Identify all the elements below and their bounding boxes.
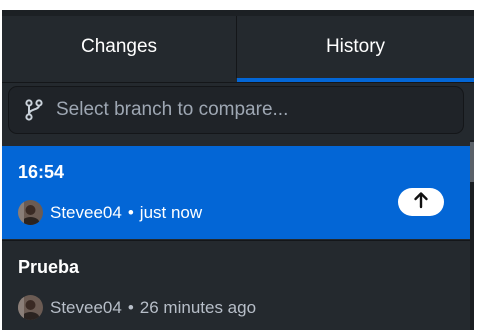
- commit-time: 26 minutes ago: [139, 297, 257, 317]
- commit-author: Stevee04: [50, 297, 122, 317]
- tab-bar-divider: [2, 82, 474, 83]
- tab-changes[interactable]: Changes: [2, 16, 237, 78]
- tab-changes-label: Changes: [80, 36, 158, 57]
- branch-compare-placeholder: Select branch to compare...: [56, 99, 289, 120]
- arrow-up-icon: [413, 191, 429, 214]
- commit-item[interactable]: Prueba Stevee04 • 26 minutes ago: [2, 240, 470, 330]
- avatar: [18, 295, 43, 320]
- commit-title: Prueba: [18, 257, 80, 277]
- commit-item-selected[interactable]: 16:54 Stevee04 • just now: [2, 146, 470, 239]
- tab-history[interactable]: History: [237, 16, 474, 78]
- commit-meta-separator: •: [127, 297, 134, 317]
- scrollbar-thumb[interactable]: [470, 142, 474, 182]
- commit-title: 16:54: [18, 162, 65, 182]
- app-frame: Changes History Select branch to compare…: [0, 0, 478, 335]
- frame-bottom-edge: [0, 330, 478, 335]
- history-panel: Changes History Select branch to compare…: [2, 10, 474, 330]
- commit-time: just now: [139, 202, 203, 222]
- unpushed-commit-badge[interactable]: [398, 188, 444, 216]
- commit-meta: Stevee04 • just now: [18, 200, 202, 225]
- branch-compare-input[interactable]: Select branch to compare...: [8, 86, 464, 134]
- commit-author: Stevee04: [50, 202, 122, 222]
- avatar: [18, 200, 43, 225]
- tab-bar: Changes History: [2, 16, 474, 83]
- git-branch-icon: [23, 99, 45, 121]
- tab-history-label: History: [325, 36, 386, 57]
- commit-meta: Stevee04 • 26 minutes ago: [18, 295, 256, 320]
- commit-meta-separator: •: [127, 202, 134, 222]
